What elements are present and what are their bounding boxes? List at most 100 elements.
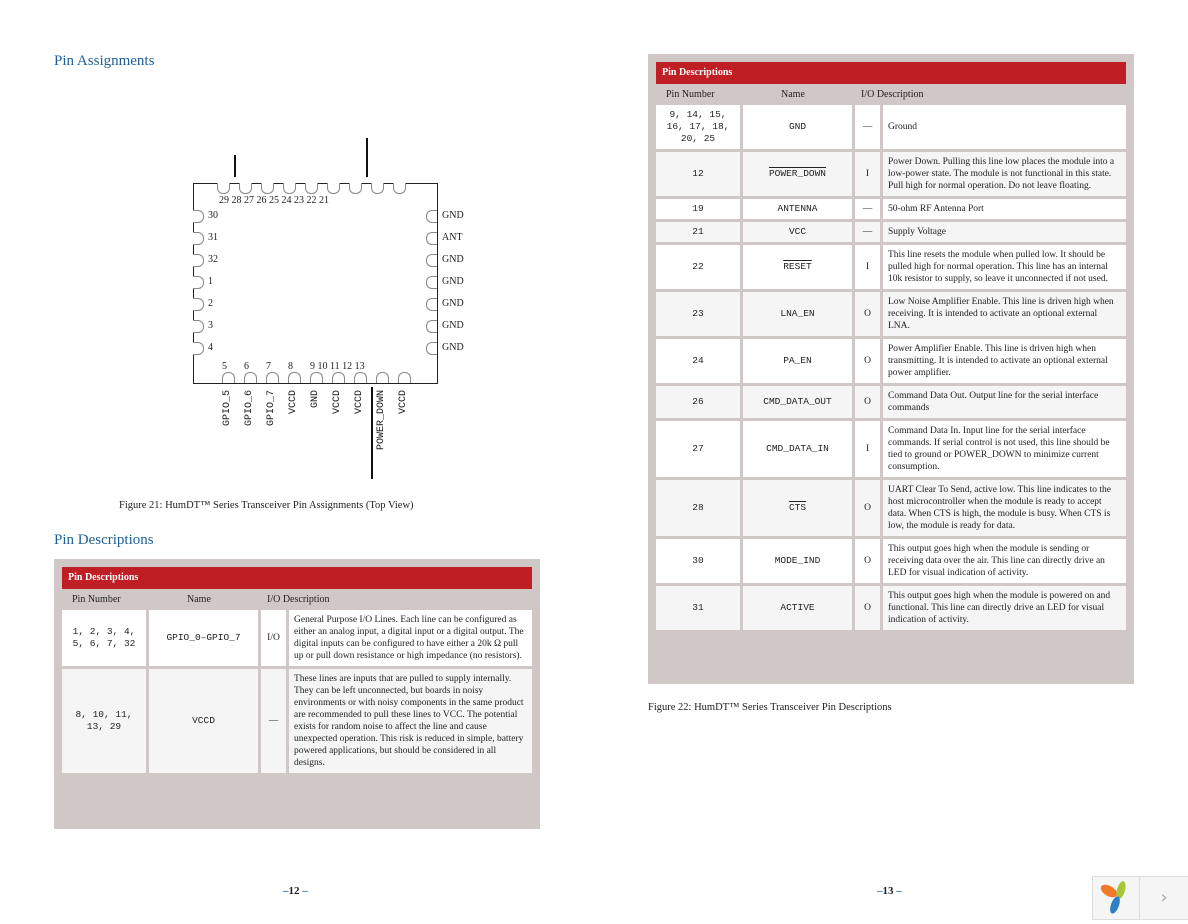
pin-name-cell-text: RESET (783, 261, 812, 272)
description-cell: 50-ohm RF Antenna Port (883, 199, 1126, 222)
figure-21-caption: Figure 21: HumDT™ Series Transceiver Pin… (119, 500, 414, 511)
pin-pad (426, 232, 437, 245)
pin-name-cell-text: PA_EN (783, 355, 812, 366)
pin-name-cell: ACTIVE (743, 586, 855, 633)
description-cell-text: This output goes high when the module is… (888, 544, 1105, 578)
pin-pad (332, 372, 345, 383)
pin-number: 1 (208, 276, 213, 287)
pin-number-cell: 8, 10, 11, 13, 29 (62, 669, 149, 776)
top-pin-numbers: 29 28 27 26 25 24 23 22 21 (219, 195, 329, 206)
pin-pad (376, 372, 389, 383)
pin-pad (266, 372, 279, 383)
io-cell: — (855, 199, 883, 222)
pin-pad (393, 183, 406, 194)
bottom-pin-number: 9 10 11 12 13 (310, 361, 365, 372)
pin-name-cell: CTS (743, 480, 855, 539)
pinwheel-logo-icon[interactable] (1093, 877, 1140, 919)
pin-name-cell-text: GND (788, 121, 807, 132)
pin-name-cell-text: MODE_IND (774, 555, 821, 566)
chevron-right-icon[interactable]: › (1140, 877, 1188, 919)
pin-pad (426, 254, 437, 267)
description-cell: Ground (883, 105, 1126, 152)
active-low-bar (371, 387, 373, 479)
table-row: 9, 14, 15, 16, 17, 18, 20, 25 GND — Ground (656, 105, 1126, 152)
io-cell-text: O (864, 397, 871, 407)
pin-number-cell-text: 27 (692, 443, 704, 454)
pin-number-cell-text: 31 (692, 602, 704, 613)
pin-name-cell: ANTENNA (743, 199, 855, 222)
pin-name-cell-text: ANTENNA (777, 203, 818, 214)
pin-label-right: GND (442, 210, 464, 221)
pin-name-cell: RESET (743, 245, 855, 292)
pin-name-cell-text: VCC (788, 226, 807, 237)
io-cell: — (855, 222, 883, 245)
description-cell: Low Noise Amplifier Enable. This line is… (883, 292, 1126, 339)
pin-pad (217, 183, 230, 194)
description-cell-text: Power Down. Pulling this line low places… (888, 157, 1115, 191)
figure-22-caption: Figure 22: HumDT™ Series Transceiver Pin… (648, 702, 892, 713)
io-cell-text: — (268, 716, 279, 726)
pin-label-right: GND (442, 298, 464, 309)
io-cell: — (261, 669, 289, 776)
io-cell-text: O (864, 556, 871, 566)
pin-name-cell: CMD_DATA_IN (743, 421, 855, 480)
pin-label-bottom: POWER_DOWN (376, 390, 387, 451)
description-cell-text: This output goes high when the module is… (888, 591, 1111, 625)
description-cell: Command Data Out. Output line for the se… (883, 386, 1126, 421)
pin-number: 4 (208, 342, 213, 353)
pin-number-cell-text: 26 (692, 396, 704, 407)
description-cell: Command Data In. Input line for the seri… (883, 421, 1126, 480)
description-cell-text: 50-ohm RF Antenna Port (888, 204, 984, 214)
pin-number-cell: 24 (656, 339, 743, 386)
pin-label-right: GND (442, 276, 464, 287)
description-cell-text: This line resets the module when pulled … (888, 250, 1108, 284)
pin-pad (239, 183, 252, 194)
description-cell: Power Amplifier Enable. This line is dri… (883, 339, 1126, 386)
pin-name-cell-text: GPIO_0–GPIO_7 (166, 632, 241, 643)
io-cell: I (855, 245, 883, 292)
io-cell: O (855, 480, 883, 539)
description-cell-text: These lines are inputs that are pulled t… (294, 674, 524, 768)
table-row: 31 ACTIVE O This output goes high when the … (656, 586, 1126, 633)
pin-name-cell: PA_EN (743, 339, 855, 386)
io-cell: O (855, 539, 883, 586)
description-cell-text: UART Clear To Send, active low. This lin… (888, 485, 1111, 531)
io-cell: O (855, 386, 883, 421)
pin-number-cell: 12 (656, 152, 743, 199)
io-cell: O (855, 292, 883, 339)
pin-pad (310, 372, 323, 383)
pin-number-cell-text: 8, 10, 11, 13, 29 (75, 709, 133, 732)
io-cell-text: O (864, 603, 871, 613)
description-cell: This output goes high when the module is… (883, 539, 1126, 586)
pin-pad (193, 342, 204, 355)
description-cell-text: General Purpose I/O Lines. Each line can… (294, 615, 524, 661)
table-row: 12 POWER_DOWN I Power Down. Pulling this li… (656, 152, 1126, 199)
active-low-bar (366, 138, 368, 177)
io-cell-text: — (862, 204, 873, 214)
pin-pad (327, 183, 340, 194)
io-cell: I (855, 152, 883, 199)
col-pin-number: Pin Number (666, 89, 715, 100)
pin-label-bottom: GPIO_5 (222, 390, 233, 427)
chip-body (193, 183, 438, 384)
io-cell-text: I (865, 169, 870, 179)
pin-label-right: GND (442, 254, 464, 265)
pin-number: 31 (208, 232, 218, 243)
pin-number-cell-text: 23 (692, 308, 704, 319)
description-cell: UART Clear To Send, active low. This lin… (883, 480, 1126, 539)
page-number-left: –12 – (283, 885, 308, 897)
pin-label-right: GND (442, 320, 464, 331)
bottom-pin-number: 6 (244, 361, 249, 372)
col-name: Name (781, 89, 805, 100)
description-cell: These lines are inputs that are pulled t… (289, 669, 532, 776)
pin-name-cell-text: CMD_DATA_IN (766, 443, 829, 454)
page-number-right: –13 – (877, 885, 902, 897)
pin-pad (398, 372, 411, 383)
pin-number-cell: 22 (656, 245, 743, 292)
pin-pad (261, 183, 274, 194)
io-cell-text: — (862, 122, 873, 132)
pin-pad (371, 183, 384, 194)
pin-pad (426, 298, 437, 311)
active-low-bar (234, 155, 236, 177)
pin-descriptions-table-left: Pin Descriptions Pin Number Name I/O Des… (54, 559, 540, 829)
